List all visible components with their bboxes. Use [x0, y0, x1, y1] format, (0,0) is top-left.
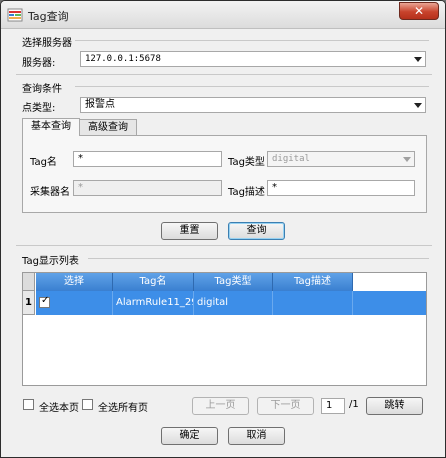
chevron-down-icon: [414, 103, 422, 108]
chevron-down-icon: [414, 57, 422, 62]
row-tag-name: AlarmRule11_29: [116, 297, 194, 308]
point-type-label: 点类型:: [22, 103, 56, 114]
divider: [16, 245, 432, 246]
tag-type-label: Tag类型: [228, 157, 265, 168]
server-select[interactable]: 127.0.0.1:5678: [80, 51, 426, 67]
tag-list-divider: [88, 258, 429, 259]
select-all-label: 全选所有页: [98, 403, 148, 414]
close-button[interactable]: ✕: [399, 2, 439, 20]
query-button-label: 查询: [246, 225, 267, 236]
collector-label: 采集器名: [30, 187, 70, 198]
server-select-value: 127.0.0.1:5678: [85, 54, 161, 64]
table-row-select-cell[interactable]: ✓: [36, 291, 113, 315]
cancel-button[interactable]: 取消: [228, 427, 285, 445]
tag-name-input[interactable]: *: [73, 151, 222, 167]
app-icon: [7, 8, 23, 22]
column-header-tag-type[interactable]: Tag类型: [194, 273, 273, 291]
title-bar[interactable]: Tag查询 ✕: [1, 1, 445, 29]
row-tag-type: digital: [197, 297, 229, 308]
column-header-select-label: 选择: [64, 276, 84, 287]
select-page-label: 全选本页: [39, 403, 79, 414]
tab-basic-query[interactable]: 基本查询: [22, 118, 80, 136]
server-section-heading: 选择服务器: [22, 38, 72, 49]
tag-query-window: Tag查询 ✕ 选择服务器 服务器: 127.0.0.1:5678 查询条件 点…: [0, 0, 446, 458]
reset-button[interactable]: 重置: [161, 222, 218, 240]
column-header-select[interactable]: 选择: [36, 273, 113, 291]
query-section-heading: 查询条件: [22, 84, 62, 95]
table-row-tag-desc[interactable]: [273, 291, 353, 315]
next-page-button[interactable]: 下一页: [257, 397, 314, 415]
basic-query-panel: Tag名 * Tag类型 digital 采集器名 * Tag描述 *: [22, 135, 427, 213]
reset-button-label: 重置: [179, 225, 200, 236]
table-row-tag-type[interactable]: digital: [194, 291, 273, 315]
column-header-tag-name[interactable]: Tag名: [113, 273, 194, 291]
tag-type-select[interactable]: digital: [267, 151, 415, 167]
column-header-tag-type-label: Tag类型: [214, 276, 252, 287]
ok-button-label: 确定: [179, 430, 200, 441]
server-section-divider: [75, 40, 429, 41]
column-header-tag-desc-label: Tag描述: [294, 276, 331, 287]
row-index: 1: [25, 297, 32, 308]
prev-page-label: 上一页: [205, 400, 236, 411]
query-section-divider: [75, 86, 429, 87]
point-type-select[interactable]: 报警点: [80, 97, 426, 113]
page-total: /1: [349, 399, 359, 410]
row-header[interactable]: 1: [23, 291, 35, 315]
column-header-tag-name-label: Tag名: [139, 276, 167, 287]
select-page-checkbox[interactable]: [23, 399, 34, 410]
row-select-checkbox[interactable]: ✓: [39, 295, 50, 308]
check-icon: ✓: [41, 295, 50, 306]
jump-button[interactable]: 跳转: [366, 397, 423, 415]
column-header-tag-desc[interactable]: Tag描述: [273, 273, 353, 291]
tag-desc-label: Tag描述: [228, 187, 265, 198]
tab-basic-query-label: 基本查询: [31, 121, 71, 132]
tag-desc-input[interactable]: *: [267, 180, 415, 196]
collector-input[interactable]: *: [73, 180, 222, 196]
tag-desc-input-value: *: [272, 182, 277, 193]
server-label: 服务器:: [22, 58, 56, 69]
window-title: Tag查询: [28, 10, 69, 23]
prev-page-button[interactable]: 上一页: [192, 397, 249, 415]
next-page-label: 下一页: [270, 400, 301, 411]
point-type-select-value: 报警点: [85, 99, 115, 110]
chevron-down-icon: [403, 157, 411, 162]
tag-name-label: Tag名: [30, 157, 57, 168]
select-all-checkbox[interactable]: [82, 399, 93, 410]
close-icon: ✕: [413, 4, 425, 18]
tag-list-heading: Tag显示列表: [22, 256, 79, 267]
jump-button-label: 跳转: [384, 400, 405, 411]
cancel-button-label: 取消: [246, 430, 267, 441]
tab-advanced-query[interactable]: 高级查询: [79, 119, 137, 136]
page-number-input[interactable]: 1: [321, 398, 345, 414]
tab-advanced-query-label: 高级查询: [88, 122, 128, 133]
table-corner: [23, 273, 35, 291]
tag-type-select-value: digital: [272, 154, 310, 164]
page-number-value: 1: [326, 400, 333, 411]
tag-name-input-value: *: [78, 153, 83, 164]
ok-button[interactable]: 确定: [161, 427, 218, 445]
table-row-tag-name[interactable]: AlarmRule11_29: [113, 291, 194, 315]
collector-input-value: *: [78, 182, 83, 193]
divider: [16, 74, 432, 75]
table-row-filler: [353, 291, 426, 315]
tag-table[interactable]: 选择 Tag名 Tag类型 Tag描述 1 ✓ AlarmRule11_29 d…: [22, 272, 427, 386]
query-button[interactable]: 查询: [228, 222, 285, 240]
